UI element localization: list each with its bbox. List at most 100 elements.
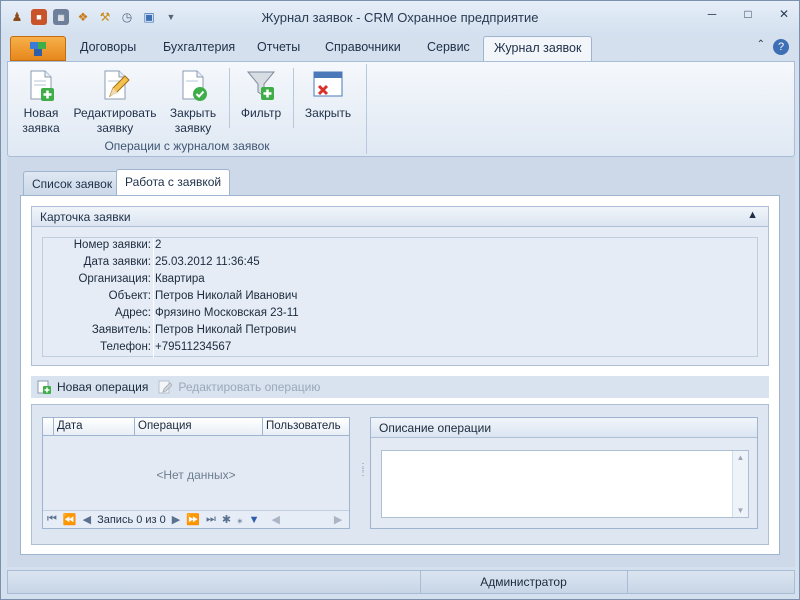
close-request-button[interactable]: Закрыть заявку <box>166 68 220 136</box>
scroll-down-icon[interactable]: ▼ <box>733 506 748 515</box>
field-label: Адрес: <box>114 307 151 319</box>
filter-label: Фильтр <box>240 106 282 120</box>
minimize-icon[interactable]: ─ <box>705 7 719 21</box>
edit-operation-icon <box>158 380 173 394</box>
tab-service[interactable]: Сервис <box>427 40 470 54</box>
close-icon[interactable]: ✕ <box>777 7 791 21</box>
grid-filter-icon[interactable]: ▼ <box>249 514 260 526</box>
new-request-button[interactable]: Новая заявка <box>18 68 64 136</box>
grid-empty-text: <Нет данных> <box>156 468 236 482</box>
complete-document-icon <box>182 70 207 101</box>
status-bar: Администратор <box>7 570 795 594</box>
operation-description-panel: Описание операции ▲ ▼ <box>370 417 758 529</box>
edit-document-icon <box>104 70 130 100</box>
ribbon-separator <box>229 68 230 128</box>
operations-area: Дата Операция Пользователь <Нет данных> … <box>31 404 769 545</box>
tab-directories[interactable]: Справочники <box>325 40 401 54</box>
scroll-up-icon[interactable]: ▲ <box>733 453 748 462</box>
status-current-user: Администратор <box>480 575 567 589</box>
field-label: Заявитель: <box>91 324 151 336</box>
scroll-left-icon[interactable]: ◀ <box>271 513 279 526</box>
status-divider <box>627 571 628 593</box>
ribbon-tabs: Договоры Бухгалтерия Отчеты Справочники … <box>1 35 799 61</box>
main-content: Список заявок Работа с заявкой Карточка … <box>7 157 795 567</box>
edit-request-button[interactable]: Редактировать заявку <box>72 68 158 136</box>
field-value: 2 <box>155 239 162 251</box>
request-card-title: Карточка заявки <box>40 210 131 224</box>
collapse-icon[interactable]: ▲ <box>747 209 758 221</box>
field-row: Объект: Петров Николай Иванович <box>43 290 757 307</box>
request-card: Карточка заявки ▲ Номер заявки: 2 Дата з… <box>31 206 769 366</box>
filter-icon <box>246 71 276 100</box>
filter-button[interactable]: Фильтр <box>236 68 286 121</box>
help-icon[interactable]: ? <box>773 39 789 55</box>
ribbon-group-separator <box>366 64 367 154</box>
collapse-ribbon-icon[interactable]: ⌃ <box>757 39 765 55</box>
field-value: Фрязино Московская 23-11 <box>155 307 299 319</box>
grid-navigator: ⏮ ⏪ ◀ Запись 0 из 0 ▶ ⏩ ⏭ ✱ ⁎ ▼ ◀ ▶ <box>43 510 349 528</box>
first-record-icon[interactable]: ⏮ <box>47 513 57 526</box>
field-row: Организация: Квартира <box>43 273 757 290</box>
description-scrollbar[interactable]: ▲ ▼ <box>732 451 748 517</box>
ribbon-panel: Новая заявка Редактировать заявку Закрыт… <box>7 61 795 157</box>
next-page-icon[interactable]: ⏩ <box>186 513 200 526</box>
window-controls: ─ □ ✕ <box>705 7 791 21</box>
field-value: Петров Николай Петрович <box>155 324 297 336</box>
field-value: +79511234567 <box>155 341 232 353</box>
field-label: Организация: <box>78 273 151 285</box>
field-value: Петров Николай Иванович <box>155 290 298 302</box>
column-header-user[interactable]: Пользователь <box>263 418 349 435</box>
request-work-panel: Карточка заявки ▲ Номер заявки: 2 Дата з… <box>20 195 780 555</box>
operations-grid: Дата Операция Пользователь <Нет данных> … <box>42 417 350 529</box>
column-header-date[interactable]: Дата <box>54 418 135 435</box>
append-record-icon[interactable]: ✱ <box>222 513 231 526</box>
grid-indicator-column <box>43 418 54 435</box>
field-row: Заявитель: Петров Николай Петрович <box>43 324 757 341</box>
field-row: Номер заявки: 2 <box>43 239 757 256</box>
operation-description-title: Описание операции <box>371 418 757 438</box>
ribbon-separator <box>293 68 294 128</box>
tab-request-list[interactable]: Список заявок <box>23 171 122 195</box>
field-value: 25.03.2012 11:36:45 <box>155 256 260 268</box>
tab-reports[interactable]: Отчеты <box>257 40 300 54</box>
operations-toolbar: Новая операция Редактировать операцию <box>31 376 769 398</box>
field-value: Квартира <box>155 273 205 285</box>
close-journal-button[interactable]: Закрыть <box>300 68 356 121</box>
next-record-icon[interactable]: ▶ <box>172 513 180 526</box>
splitter-handle[interactable]: ⋮ ⋮ <box>358 463 368 483</box>
scroll-right-icon[interactable]: ▶ <box>334 513 342 526</box>
field-label: Дата заявки: <box>83 256 151 268</box>
application-menu-button[interactable] <box>10 36 66 61</box>
ribbon-help-area: ⌃ ? <box>757 39 789 55</box>
new-request-label: Новая заявка <box>22 106 60 135</box>
field-label: Объект: <box>108 290 151 302</box>
edit-request-label: Редактировать заявку <box>73 106 157 135</box>
edit-operation-button[interactable]: Редактировать операцию <box>178 380 320 394</box>
cancel-edit-icon[interactable]: ⁎ <box>237 513 243 526</box>
app-window: ♟ ■ ▦ ❖ ⚒ ◷ ▣ ▼ Журнал заявок - CRM Охра… <box>0 0 800 600</box>
request-fields: Номер заявки: 2 Дата заявки: 25.03.2012 … <box>42 237 758 358</box>
new-operation-button[interactable]: Новая операция <box>57 380 148 394</box>
request-card-header[interactable]: Карточка заявки ▲ <box>32 207 768 227</box>
close-journal-label: Закрыть <box>304 106 352 120</box>
grid-header: Дата Операция Пользователь <box>43 418 349 436</box>
close-window-icon <box>313 71 343 97</box>
tab-contracts[interactable]: Договоры <box>80 40 136 54</box>
record-counter: Запись 0 из 0 <box>97 513 166 526</box>
field-label: Номер заявки: <box>73 239 151 251</box>
field-label: Телефон: <box>100 341 151 353</box>
last-record-icon[interactable]: ⏭ <box>206 513 216 526</box>
new-document-icon <box>30 70 54 101</box>
title-bar: ♟ ■ ▦ ❖ ⚒ ◷ ▣ ▼ Журнал заявок - CRM Охра… <box>1 1 799 35</box>
field-row: Телефон: +79511234567 <box>43 341 757 358</box>
tab-work-with-request[interactable]: Работа с заявкой <box>116 169 231 196</box>
field-row: Адрес: Фрязино Московская 23-11 <box>43 307 757 324</box>
operation-description-textarea[interactable]: ▲ ▼ <box>381 450 749 518</box>
tab-accounting[interactable]: Бухгалтерия <box>163 40 235 54</box>
window-title: Журнал заявок - CRM Охранное предприятие <box>261 10 539 25</box>
column-header-operation[interactable]: Операция <box>135 418 263 435</box>
prev-record-icon[interactable]: ◀ <box>83 513 91 526</box>
prev-page-icon[interactable]: ⏪ <box>63 513 77 526</box>
restore-icon[interactable]: □ <box>741 7 755 21</box>
tab-request-journal[interactable]: Журнал заявок <box>483 36 593 61</box>
